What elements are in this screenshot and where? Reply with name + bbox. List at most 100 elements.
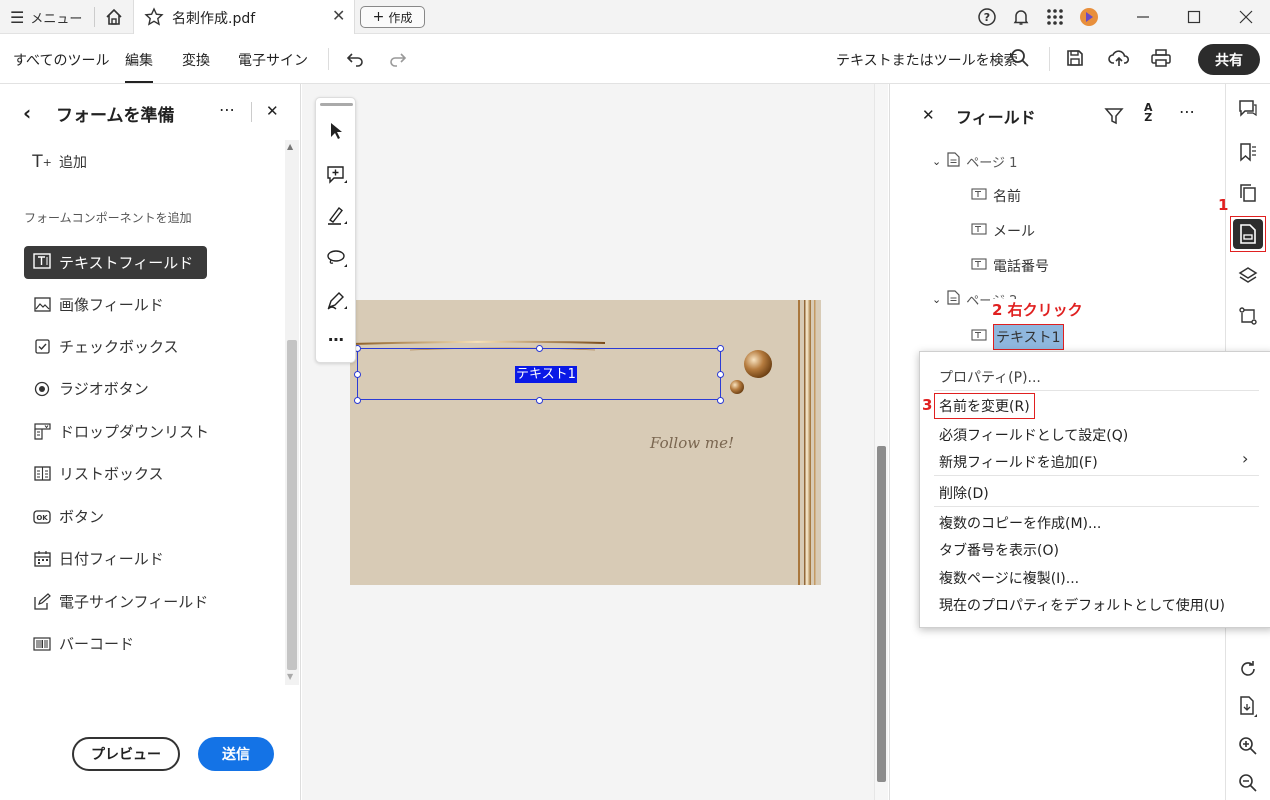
document-tab[interactable]: 名刺作成.pdf ✕ [133, 0, 355, 34]
tab-edit[interactable]: 編集 [125, 50, 153, 83]
field-item-name[interactable]: 名前 [971, 186, 1021, 206]
search-icon[interactable] [1010, 48, 1030, 72]
component-label: 電子サインフィールド [59, 593, 209, 611]
layers-icon[interactable] [1236, 264, 1260, 288]
bell-icon[interactable] [1010, 6, 1032, 28]
left-panel-scrollbar[interactable] [285, 140, 299, 685]
resize-handle[interactable] [717, 371, 724, 378]
scroll-down-icon[interactable]: ▼ [287, 672, 293, 681]
avatar[interactable] [1078, 6, 1100, 28]
component-image-field[interactable]: 画像フィールド [33, 294, 164, 315]
compare-icon[interactable] [1236, 304, 1260, 328]
bookmark-icon[interactable] [1236, 140, 1260, 164]
component-radio[interactable]: ラジオボタン [33, 378, 149, 399]
field-item-phone[interactable]: 電話番号 [971, 256, 1049, 276]
plus-icon: + [372, 9, 385, 25]
component-label: ボタン [59, 508, 105, 526]
form-fields-rail-button[interactable] [1230, 216, 1266, 252]
menu-item-use-as-default[interactable]: 現在のプロパティをデフォルトとして使用(U) [939, 595, 1225, 615]
menu-item-delete[interactable]: 削除(D) [939, 483, 989, 503]
chevron-down-icon[interactable]: ⌄ [932, 293, 941, 306]
window-close-icon[interactable] [1235, 6, 1257, 28]
more-options-icon[interactable]: ⋯ [219, 100, 236, 119]
send-button[interactable]: 送信 [198, 737, 274, 771]
divider [328, 48, 329, 70]
tree-page-1[interactable]: ⌄ ページ 1 [932, 152, 1017, 171]
minimize-icon[interactable] [1132, 6, 1154, 28]
hamburger-icon: ☰ [10, 8, 25, 27]
scrollbar-thumb[interactable] [287, 340, 297, 670]
field-item-mail[interactable]: メール [971, 221, 1035, 241]
more-options-icon[interactable]: ⋯ [1179, 102, 1195, 121]
tab-e-sign[interactable]: 電子サイン [238, 50, 308, 70]
resize-handle[interactable] [717, 397, 724, 404]
search-tools-label[interactable]: テキストまたはツールを検索 [836, 50, 1018, 70]
zoom-in-icon[interactable] [1236, 734, 1260, 758]
more-tools-icon[interactable]: ⋯ [328, 330, 344, 349]
menu-item-set-required[interactable]: 必須フィールドとして設定(Q) [939, 425, 1128, 445]
new-tab-button[interactable]: + 作成 [360, 6, 425, 28]
cloud-upload-icon[interactable] [1108, 48, 1130, 72]
menu-item-duplicate-pages[interactable]: 複数ページに複製(I)... [939, 568, 1079, 588]
scrollbar-thumb[interactable] [877, 446, 886, 782]
help-icon[interactable]: ? [976, 6, 998, 28]
menu-item-properties[interactable]: プロパティ(P)... [939, 367, 1041, 387]
extract-page-icon[interactable] [1236, 695, 1260, 719]
component-text-field[interactable]: テキストフィールド [24, 246, 207, 279]
resize-handle[interactable] [536, 345, 543, 352]
preview-button[interactable]: プレビュー [72, 737, 180, 771]
component-checkbox[interactable]: チェックボックス [33, 336, 179, 357]
resize-handle[interactable] [354, 371, 361, 378]
component-listbox[interactable]: リストボックス [33, 463, 164, 484]
add-comment-icon[interactable] [326, 164, 348, 190]
canvas-scrollbar[interactable] [874, 84, 888, 800]
resize-handle[interactable] [717, 345, 724, 352]
business-card-page[interactable]: Follow me! [350, 300, 821, 585]
filter-icon[interactable] [1104, 106, 1124, 130]
component-button[interactable]: OK ボタン [33, 506, 104, 527]
share-button[interactable]: 共有 [1198, 44, 1260, 75]
component-barcode[interactable]: バーコード [33, 633, 134, 654]
component-signature-field[interactable]: 電子サインフィールド [33, 591, 208, 612]
undo-icon[interactable] [345, 49, 365, 73]
menu-item-add-new-field[interactable]: 新規フィールドを追加(F) [939, 452, 1098, 472]
sign-pen-icon[interactable] [326, 290, 348, 316]
menu-separator [934, 475, 1259, 476]
menu-button[interactable]: ☰ メニュー [10, 8, 82, 27]
highlight-icon[interactable] [326, 205, 348, 231]
apps-grid-icon[interactable] [1044, 6, 1066, 28]
tab-all-tools[interactable]: すべてのツール [13, 50, 109, 70]
save-icon[interactable] [1065, 48, 1085, 72]
rotate-icon[interactable] [1236, 657, 1260, 681]
maximize-icon[interactable] [1183, 6, 1205, 28]
resize-handle[interactable] [536, 397, 543, 404]
drag-handle[interactable] [320, 103, 353, 106]
pages-icon[interactable] [1236, 181, 1260, 205]
tab-convert[interactable]: 変換 [182, 50, 210, 70]
zoom-out-icon[interactable] [1236, 771, 1260, 795]
component-dropdown[interactable]: ドロップダウンリスト [33, 421, 209, 442]
print-icon[interactable] [1150, 48, 1172, 72]
star-icon[interactable] [144, 7, 164, 31]
home-icon[interactable] [103, 6, 125, 28]
lasso-draw-icon[interactable] [326, 248, 348, 274]
menu-item-make-copies[interactable]: 複数のコピーを作成(M)... [939, 513, 1101, 533]
close-fields-icon[interactable]: ✕ [922, 106, 935, 124]
menu-item-rename[interactable]: 名前を変更(R) [934, 393, 1035, 419]
menu-item-show-tab-numbers[interactable]: タブ番号を表示(O) [939, 540, 1059, 560]
annotation-step-1: 1 [1218, 196, 1229, 214]
comment-icon[interactable] [1236, 97, 1260, 121]
scroll-up-icon[interactable]: ▲ [287, 142, 293, 151]
sort-az-icon[interactable]: AZ [1144, 102, 1153, 123]
field-item-text1[interactable]: テキスト1 [971, 324, 1064, 350]
chevron-down-icon[interactable]: ⌄ [932, 155, 941, 168]
close-tab-icon[interactable]: ✕ [332, 6, 345, 25]
component-date-field[interactable]: 日付フィールド [33, 548, 164, 569]
select-cursor-icon[interactable] [328, 122, 344, 144]
back-chevron-icon[interactable]: ‹ [23, 101, 31, 125]
add-button[interactable]: T + 追加 [32, 152, 87, 172]
resize-handle[interactable] [354, 397, 361, 404]
text-field-icon [971, 257, 987, 275]
redo-icon[interactable] [388, 49, 408, 73]
close-panel-icon[interactable]: ✕ [266, 102, 279, 120]
